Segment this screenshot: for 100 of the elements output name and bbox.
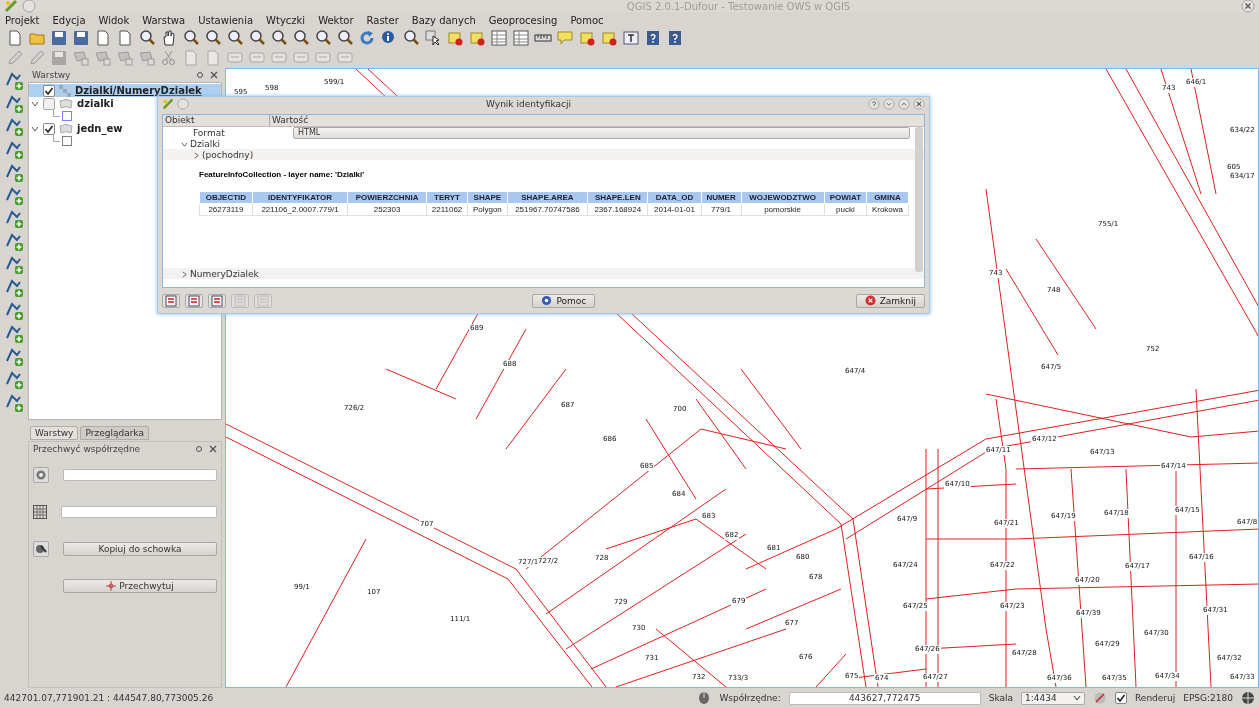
capture-button[interactable]: Przechwytuj bbox=[63, 578, 217, 593]
layer-checkbox[interactable] bbox=[43, 84, 55, 97]
minimize-icon[interactable] bbox=[883, 98, 895, 110]
close-icon[interactable] bbox=[1241, 0, 1255, 13]
note-icon[interactable] bbox=[578, 29, 596, 47]
coordinate-field[interactable] bbox=[63, 468, 217, 481]
table-cell: 2211062 bbox=[426, 203, 468, 216]
render-checkbox[interactable] bbox=[1115, 692, 1127, 704]
help-icon[interactable] bbox=[644, 29, 662, 47]
coordinates-label: Współrzędne: bbox=[719, 693, 781, 703]
note-icon[interactable] bbox=[446, 29, 464, 47]
layer-add-icon[interactable] bbox=[4, 140, 24, 160]
copy-button[interactable]: Kopiuj do schowka bbox=[63, 541, 217, 556]
close-icon[interactable] bbox=[209, 445, 217, 453]
column-header[interactable]: Wartość bbox=[270, 115, 309, 126]
node-icon[interactable] bbox=[138, 49, 156, 67]
close-icon[interactable] bbox=[210, 71, 218, 79]
table-cell: 2014-01-01 bbox=[647, 203, 702, 216]
layer-checkbox[interactable] bbox=[43, 122, 55, 135]
node-icon[interactable] bbox=[72, 49, 90, 67]
new-file-icon[interactable] bbox=[6, 29, 24, 47]
list-icon bbox=[257, 294, 269, 307]
layer-item[interactable]: dzialki bbox=[29, 97, 221, 110]
help-icon[interactable] bbox=[666, 29, 684, 47]
menu-item[interactable]: Widok bbox=[98, 14, 130, 26]
layer-add-icon[interactable] bbox=[4, 209, 24, 229]
magnifier-icon[interactable] bbox=[204, 29, 222, 47]
magnifier-icon[interactable] bbox=[292, 29, 310, 47]
float-icon[interactable] bbox=[195, 445, 203, 453]
coordinates-field[interactable]: 443627,772475 bbox=[788, 691, 981, 705]
layer-add-icon[interactable] bbox=[4, 163, 24, 183]
magnifier-icon[interactable] bbox=[336, 29, 354, 47]
tree-item[interactable]: NumeryDzialek bbox=[190, 268, 259, 279]
panel-tab[interactable]: Warstwy bbox=[30, 426, 79, 440]
toolbar-button[interactable] bbox=[185, 293, 203, 308]
magnifier-icon[interactable] bbox=[314, 29, 332, 47]
menu-item[interactable]: Warstwa bbox=[142, 14, 186, 26]
layer-add-icon[interactable] bbox=[4, 324, 24, 344]
globe-icon[interactable] bbox=[1241, 691, 1255, 705]
menu-item[interactable]: Bazy danych bbox=[411, 14, 476, 26]
menu-item[interactable]: Ustawienia bbox=[198, 14, 254, 26]
close-icon[interactable] bbox=[913, 98, 925, 110]
scrollbar[interactable] bbox=[915, 127, 923, 272]
note-icon[interactable] bbox=[468, 29, 486, 47]
menu-item[interactable]: Raster bbox=[366, 14, 399, 26]
menu-item[interactable]: Wektor bbox=[318, 14, 354, 26]
layer-add-icon[interactable] bbox=[4, 301, 24, 321]
magnifier-icon[interactable] bbox=[226, 29, 244, 47]
crs-button[interactable]: EPSG:2180 bbox=[1183, 693, 1233, 703]
save-icon[interactable] bbox=[50, 29, 68, 47]
toolbar-button[interactable] bbox=[162, 293, 180, 308]
magnifier-icon[interactable] bbox=[402, 29, 420, 47]
magnifier-icon[interactable] bbox=[270, 29, 288, 47]
menu-item[interactable]: Projekt bbox=[5, 14, 40, 26]
help-icon[interactable] bbox=[868, 98, 880, 110]
text-icon[interactable] bbox=[622, 29, 640, 47]
layer-add-icon[interactable] bbox=[4, 255, 24, 275]
magnifier-icon[interactable] bbox=[248, 29, 266, 47]
panel-tab[interactable]: Przeglądarka bbox=[80, 426, 149, 440]
note-icon[interactable] bbox=[600, 29, 618, 47]
table-icon[interactable] bbox=[512, 29, 530, 47]
cursor-icon[interactable] bbox=[424, 29, 442, 47]
stop-render-icon[interactable] bbox=[1093, 691, 1107, 705]
menu-item[interactable]: Pomoc bbox=[570, 14, 604, 26]
toolbar-button[interactable] bbox=[208, 293, 226, 308]
menu-item[interactable]: Geoprocesing bbox=[488, 14, 558, 26]
layer-add-icon[interactable] bbox=[4, 393, 24, 413]
maximize-icon[interactable] bbox=[898, 98, 910, 110]
list-icon bbox=[234, 294, 246, 307]
scale-dropdown[interactable]: 1:4434 bbox=[1021, 691, 1085, 705]
layer-add-icon[interactable] bbox=[4, 370, 24, 390]
tree-item[interactable]: Dzialki bbox=[190, 138, 220, 149]
node-icon[interactable] bbox=[94, 49, 112, 67]
layer-item[interactable]: Dzialki/NumeryDzialek bbox=[29, 84, 221, 97]
coordinate-field[interactable] bbox=[61, 505, 217, 518]
table-icon[interactable] bbox=[490, 29, 508, 47]
layer-add-icon[interactable] bbox=[4, 278, 24, 298]
layer-add-icon[interactable] bbox=[4, 186, 24, 206]
menu-item[interactable]: Edycja bbox=[52, 14, 86, 26]
layer-checkbox[interactable] bbox=[43, 97, 55, 110]
layer-add-icon[interactable] bbox=[4, 117, 24, 137]
help-button[interactable]: Pomoc bbox=[532, 293, 596, 308]
save-icon[interactable] bbox=[72, 29, 90, 47]
layer-add-icon[interactable] bbox=[4, 94, 24, 114]
magnifier-icon[interactable] bbox=[182, 29, 200, 47]
node-icon[interactable] bbox=[116, 49, 134, 67]
column-header[interactable]: Obiekt bbox=[163, 115, 270, 126]
magnifier-icon[interactable] bbox=[138, 29, 156, 47]
table-header: SHAPE.AREA bbox=[507, 191, 588, 204]
menu-item[interactable]: Wtyczki bbox=[266, 14, 306, 26]
layer-add-icon[interactable] bbox=[4, 232, 24, 252]
hand-icon[interactable] bbox=[160, 29, 178, 47]
layer-add-icon[interactable] bbox=[4, 347, 24, 367]
layer-add-icon[interactable] bbox=[4, 71, 24, 91]
new-file-icon[interactable] bbox=[94, 29, 112, 47]
tree-item[interactable]: (pochodny) bbox=[202, 149, 254, 160]
float-icon[interactable] bbox=[196, 71, 204, 79]
target-button[interactable] bbox=[33, 466, 49, 483]
close-button[interactable]: Zamknij bbox=[855, 293, 925, 308]
table-cell: pucki bbox=[824, 203, 867, 216]
